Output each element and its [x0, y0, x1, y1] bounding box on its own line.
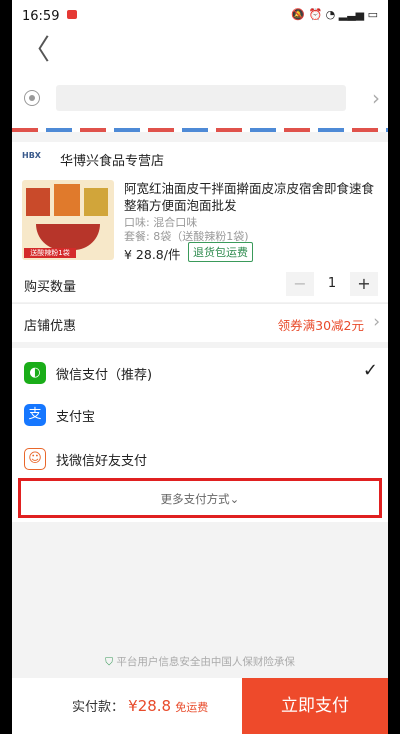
- quantity-stepper: − 1 +: [286, 272, 378, 296]
- chevron-right-icon: ›: [372, 86, 380, 110]
- package-image: [84, 188, 108, 216]
- discount-label: 店铺优惠: [24, 319, 77, 334]
- payment-option-label: 找微信好友支付: [56, 454, 148, 469]
- store-name: 华博兴食品专营店: [60, 154, 165, 169]
- pay-now-button[interactable]: 立即支付: [242, 678, 388, 734]
- back-icon[interactable]: 〈: [22, 34, 50, 66]
- wechat-icon: ◐: [24, 362, 46, 384]
- address-stripe: [12, 128, 388, 132]
- more-payment-methods-button[interactable]: 更多支付方式⌄: [18, 478, 382, 518]
- product-price: ¥ 28.8/件: [124, 247, 181, 262]
- location-icon: [24, 90, 40, 106]
- top-bar: 〈: [12, 32, 388, 70]
- security-notice: ⛉ 平台用户信息安全由中国人保财险承保: [12, 654, 388, 669]
- quantity-value[interactable]: 1: [314, 272, 350, 296]
- recording-icon: [67, 10, 77, 19]
- decrease-button[interactable]: −: [286, 272, 314, 296]
- product-thumbnail: 送酸辣粉1袋: [22, 180, 114, 260]
- status-time: 16:59: [22, 9, 60, 24]
- increase-button[interactable]: +: [350, 272, 378, 296]
- payment-option-friend[interactable]: ☺ 找微信好友支付: [12, 438, 388, 480]
- free-shipping-text: 免运费: [175, 701, 209, 714]
- store-discount-row[interactable]: 店铺优惠 领券满30减2元 ›: [12, 303, 388, 342]
- status-icons: 🔕 ⏰ ◔ ▂▃▅ ▭: [291, 8, 378, 21]
- payment-option-label: 支付宝: [56, 410, 96, 425]
- check-icon: ✓: [362, 360, 378, 381]
- total-label: 实付款：: [72, 700, 125, 715]
- quantity-row: 购买数量 − 1 +: [12, 266, 388, 302]
- coupon-offer[interactable]: 领券满30减2元: [278, 315, 364, 334]
- checkout-bar: 实付款： ¥28.8 免运费 立即支付: [12, 678, 388, 734]
- security-text: 平台用户信息安全由中国人保财险承保: [116, 656, 295, 668]
- shield-icon: ⛉: [105, 656, 114, 668]
- status-bar: 16:59 🔕 ⏰ ◔ ▂▃▅ ▭: [12, 0, 388, 32]
- total-amount: ¥28.8: [128, 697, 172, 715]
- quantity-label: 购买数量: [24, 280, 77, 295]
- package-image: [26, 188, 50, 216]
- store-row[interactable]: HBX 华博兴食品专营店: [12, 142, 388, 174]
- store-logo: HBX: [22, 151, 41, 160]
- screen: 16:59 🔕 ⏰ ◔ ▂▃▅ ▭ 〈 › HBX 华博兴食品专营店 送酸辣粉1…: [12, 0, 388, 734]
- payment-option-wechat[interactable]: ◐ 微信支付（推荐) ✓: [12, 352, 388, 394]
- return-shipping-badge: 退货包运费: [188, 242, 253, 262]
- friends-icon: ☺: [24, 448, 46, 470]
- address-row[interactable]: ›: [12, 70, 388, 130]
- alipay-icon: 支: [24, 404, 46, 426]
- bowl-image: [36, 224, 100, 250]
- product-card[interactable]: 送酸辣粉1袋 阿宽红油面皮干拌面擀面皮凉皮宿舍即食速食整箱方便面泡面批发 口味:…: [12, 174, 388, 266]
- package-image: [54, 184, 80, 216]
- address-redacted: [56, 85, 346, 111]
- payment-option-alipay[interactable]: 支 支付宝: [12, 394, 388, 436]
- more-payment-label: 更多支付方式⌄: [160, 492, 240, 506]
- total-summary: 实付款： ¥28.8 免运费: [72, 696, 208, 715]
- product-title: 阿宽红油面皮干拌面擀面皮凉皮宿舍即食速食整箱方便面泡面批发: [124, 181, 375, 213]
- chevron-right-icon: ›: [373, 312, 380, 332]
- payment-option-label: 微信支付（推荐): [56, 368, 153, 383]
- thumb-tag: 送酸辣粉1袋: [24, 248, 76, 258]
